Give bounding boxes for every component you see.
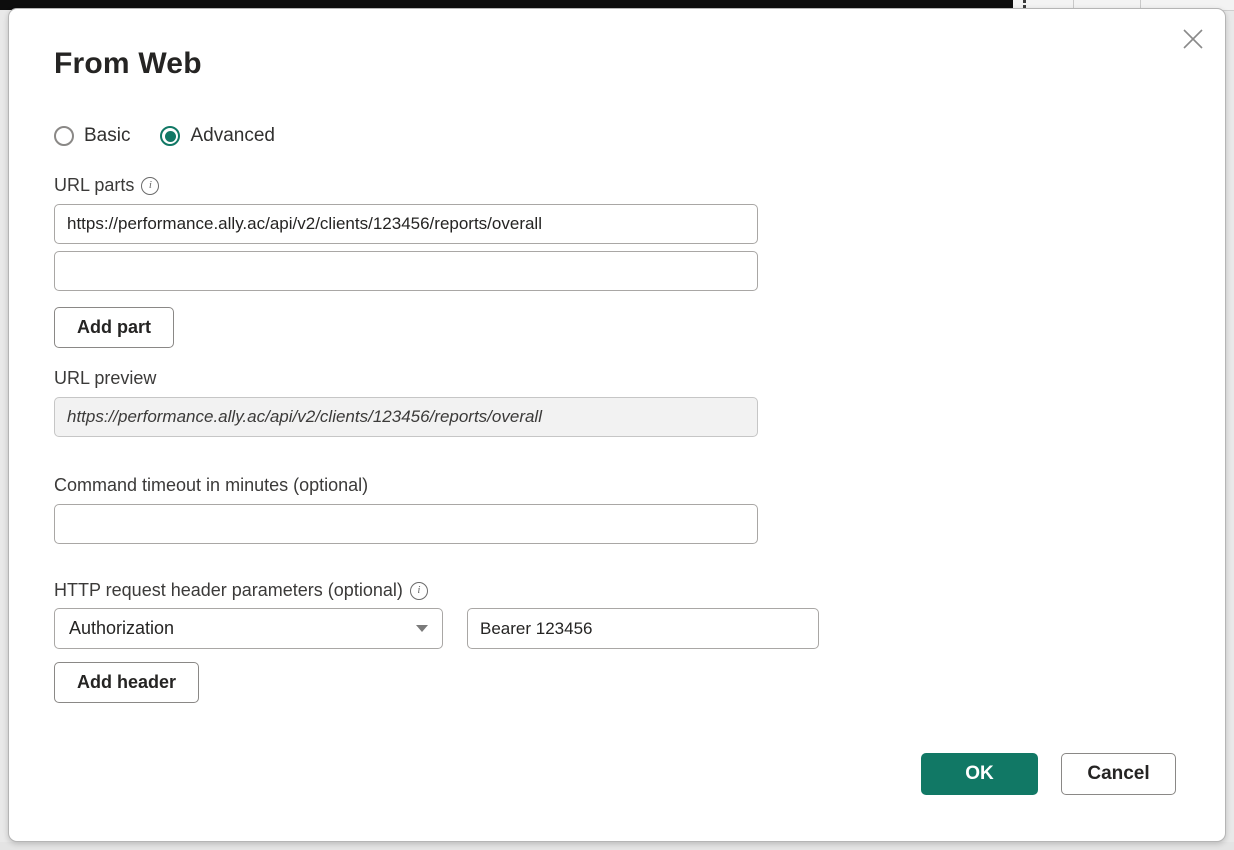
command-timeout-input[interactable]: [54, 504, 758, 544]
radio-basic-label: Basic: [84, 125, 130, 147]
close-x-glyph: [1180, 26, 1206, 52]
cancel-button[interactable]: Cancel: [1061, 753, 1176, 795]
url-preview-label: URL preview: [54, 368, 156, 389]
info-icon[interactable]: i: [410, 582, 428, 600]
url-parts-label: URL parts i: [54, 175, 159, 196]
page-title: From Web: [54, 47, 202, 81]
radio-advanced-label: Advanced: [190, 125, 275, 147]
url-parts-label-text: URL parts: [54, 175, 134, 196]
url-part-1-input[interactable]: [54, 204, 758, 244]
header-name-dropdown[interactable]: Authorization: [54, 608, 443, 649]
from-web-dialog: From Web Basic Advanced URL parts i Add …: [8, 8, 1226, 842]
app-statusbar-strip: [0, 842, 1234, 850]
http-headers-label: HTTP request header parameters (optional…: [54, 580, 428, 601]
header-value-input[interactable]: [467, 608, 819, 649]
chevron-down-icon: [416, 625, 428, 632]
mode-radio-group: Basic Advanced: [54, 125, 275, 147]
add-part-button[interactable]: Add part: [54, 307, 174, 348]
radio-basic[interactable]: Basic: [54, 125, 130, 147]
close-icon[interactable]: [1177, 23, 1209, 55]
ok-button[interactable]: OK: [921, 753, 1038, 795]
url-preview-field: https://performance.ally.ac/api/v2/clien…: [54, 397, 758, 437]
header-name-dropdown-value: Authorization: [69, 618, 174, 639]
radio-advanced-circle-icon: [160, 126, 180, 146]
url-preview-label-text: URL preview: [54, 368, 156, 389]
add-header-button[interactable]: Add header: [54, 662, 199, 703]
command-timeout-label: Command timeout in minutes (optional): [54, 475, 368, 496]
http-headers-label-text: HTTP request header parameters (optional…: [54, 580, 403, 601]
radio-basic-circle-icon: [54, 126, 74, 146]
info-icon[interactable]: i: [141, 177, 159, 195]
url-part-2-input[interactable]: [54, 251, 758, 291]
radio-advanced[interactable]: Advanced: [160, 125, 275, 147]
command-timeout-label-text: Command timeout in minutes (optional): [54, 475, 368, 496]
